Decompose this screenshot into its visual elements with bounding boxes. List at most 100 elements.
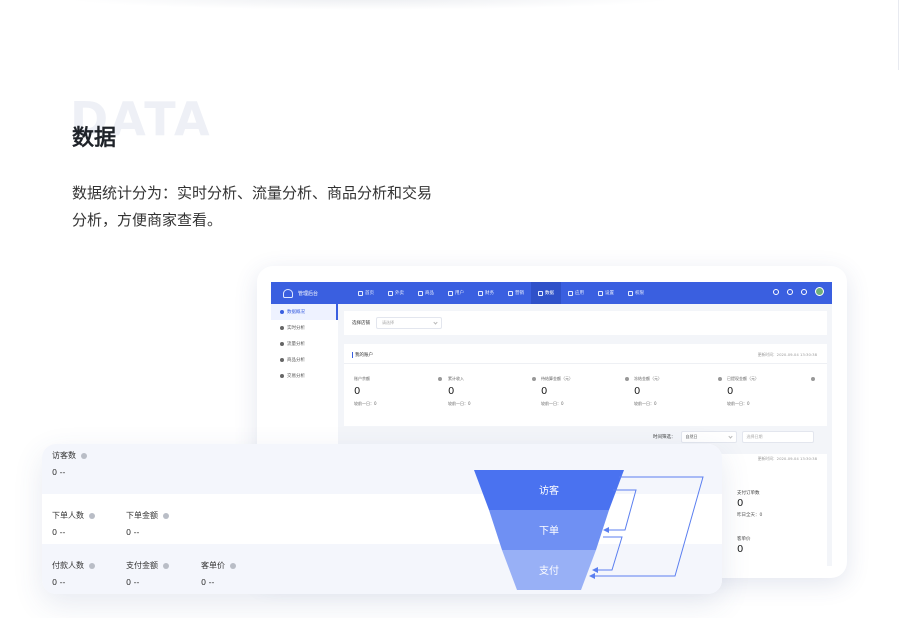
info-icon[interactable]	[811, 377, 815, 381]
nav-item-takeout[interactable]: 外卖	[381, 282, 411, 304]
bullet-icon	[280, 374, 284, 378]
sidebar-item-trade[interactable]: 交易分析	[271, 368, 338, 384]
metric-avg-price: 客单价 0	[737, 536, 817, 555]
user-icon	[448, 290, 453, 296]
metric-prev: 较前一日：0	[448, 401, 471, 406]
edge-divider	[898, 0, 899, 70]
nav-label: 外卖	[395, 291, 404, 296]
sidebar-item-label: 流量分析	[287, 342, 305, 347]
metric-prev: 较前一日：0	[634, 401, 657, 406]
store-filter-label: 选择店铺	[352, 321, 370, 326]
finance-icon	[478, 290, 483, 296]
app-name: 管理后台	[298, 290, 319, 297]
nav-item-permission[interactable]: 权限	[621, 282, 651, 304]
metric-prev: 较前一日：0	[727, 401, 750, 406]
nav-item-data[interactable]: 数据	[531, 282, 561, 304]
clock-icon[interactable]	[787, 288, 793, 295]
period-select-value: 自然日	[685, 434, 698, 439]
metric-frozen: 冻结金额（元） 0 较前一日：0	[634, 376, 722, 407]
store-select[interactable]: 请选择	[376, 317, 442, 329]
metric-pending: 待结算金额（元） 0 较前一日：0	[541, 376, 629, 407]
app-logo[interactable]: 管理后台	[271, 288, 351, 298]
chevron-down-icon	[433, 320, 438, 325]
funnel-label-payments: 支付	[539, 564, 559, 577]
bullet-icon	[280, 342, 284, 346]
nav-item-product[interactable]: 商品	[411, 282, 441, 304]
nav-label: 财务	[485, 291, 494, 296]
stats-overlay-card: 访客数 0 -- 下单人数 0 -- 下单金额 0 -- 付款人数 0 -- 支…	[42, 444, 722, 594]
divider	[344, 363, 827, 364]
metric-prev: 昨日全天：0	[737, 513, 763, 518]
bell-icon[interactable]	[801, 288, 807, 295]
metric-label: 已提现金额（元）	[727, 376, 759, 381]
metric-value: 0	[634, 386, 641, 397]
metric-value: 0	[737, 544, 744, 555]
account-updated-time: 更新时间：2020-09-04 13:30:38	[757, 352, 817, 357]
metric-withdrawn: 已提现金额（元） 0 较前一日：0	[727, 376, 815, 407]
metric-pay-orders: 支付订单数 0 昨日全天：0	[737, 490, 817, 518]
nav-item-home[interactable]: 首页	[351, 282, 381, 304]
metric-label: 支付订单数	[737, 491, 760, 496]
nav-label: 权限	[635, 291, 644, 296]
metric-value: 0	[354, 386, 361, 397]
date-picker-placeholder: 选择日期	[746, 434, 763, 439]
nav-item-marketing[interactable]: 营销	[501, 282, 531, 304]
section-description: 数据统计分为：实时分析、流量分析、商品分析和交易分析，方便商家查看。	[72, 184, 433, 229]
data-icon	[538, 290, 543, 296]
bullet-icon	[280, 358, 284, 362]
top-shadow-decoration	[60, 0, 680, 10]
metric-value: 0	[448, 386, 455, 397]
sidebar-item-label: 商品分析	[287, 358, 305, 363]
nav-item-app[interactable]: 应用	[561, 282, 591, 304]
settings-icon	[598, 290, 603, 296]
info-icon[interactable]	[625, 377, 629, 381]
nav-item-finance[interactable]: 财务	[471, 282, 501, 304]
info-icon[interactable]	[532, 377, 536, 381]
nav-label: 设置	[605, 291, 614, 296]
page: DATA 数据 数据统计分为：实时分析、流量分析、商品分析和交易分析，方便商家查…	[0, 0, 900, 618]
metric-value: 0	[541, 386, 548, 397]
sidebar-item-label: 数据概况	[287, 310, 305, 315]
sidebar-item-overview[interactable]: 数据概况	[271, 304, 338, 320]
search-icon[interactable]	[773, 288, 779, 295]
info-icon[interactable]	[438, 377, 442, 381]
nav-label: 首页	[365, 291, 374, 296]
store-filter: 选择店铺 请选择	[344, 311, 827, 335]
metric-value: 0	[727, 386, 734, 397]
metric-label: 客单价	[737, 537, 751, 542]
store-select-placeholder: 请选择	[382, 320, 394, 325]
time-filter-label: 时间筛选：	[653, 435, 676, 440]
date-picker[interactable]: 选择日期	[741, 431, 814, 443]
top-navbar: 管理后台 首页 外卖 商品 用户 财务 营销 数据 应用 设置 权限	[271, 282, 832, 304]
nav-label: 数据	[545, 291, 554, 296]
product-icon	[418, 290, 423, 296]
nav-label: 用户	[455, 291, 464, 296]
home-icon	[358, 290, 363, 296]
nav-label: 应用	[575, 291, 584, 296]
info-icon[interactable]	[718, 377, 722, 381]
section-title: 数据	[72, 126, 117, 151]
time-filter: 时间筛选： 自然日 选择日期	[653, 430, 831, 444]
account-heading: 我的账户	[352, 352, 373, 358]
metric-value: 0	[737, 498, 744, 509]
nav-label: 营销	[515, 291, 524, 296]
main-nav: 首页 外卖 商品 用户 财务 营销 数据 应用 设置 权限	[351, 282, 651, 304]
period-select[interactable]: 自然日	[680, 431, 737, 443]
metric-label: 账户余额	[354, 376, 370, 381]
sidebar-item-traffic[interactable]: 流量分析	[271, 336, 338, 352]
funnel-label-visitors: 访客	[539, 484, 559, 497]
conversion-funnel: 访客 下单 支付	[474, 470, 704, 590]
sidebar-item-realtime[interactable]: 实时分析	[271, 320, 338, 336]
takeout-icon	[388, 290, 393, 296]
sidebar-item-product[interactable]: 商品分析	[271, 352, 338, 368]
metric-label: 待结算金额（元）	[541, 376, 573, 381]
permission-icon	[628, 290, 633, 296]
metric-label: 冻结金额（元）	[634, 376, 662, 381]
metric-label: 累计收入	[448, 376, 464, 381]
nav-item-settings[interactable]: 设置	[591, 282, 621, 304]
metric-prev: 较前一日：0	[541, 401, 564, 406]
nav-item-user[interactable]: 用户	[441, 282, 471, 304]
avatar[interactable]	[815, 287, 824, 296]
bullet-icon	[280, 326, 284, 330]
sidebar-item-label: 交易分析	[287, 374, 305, 379]
